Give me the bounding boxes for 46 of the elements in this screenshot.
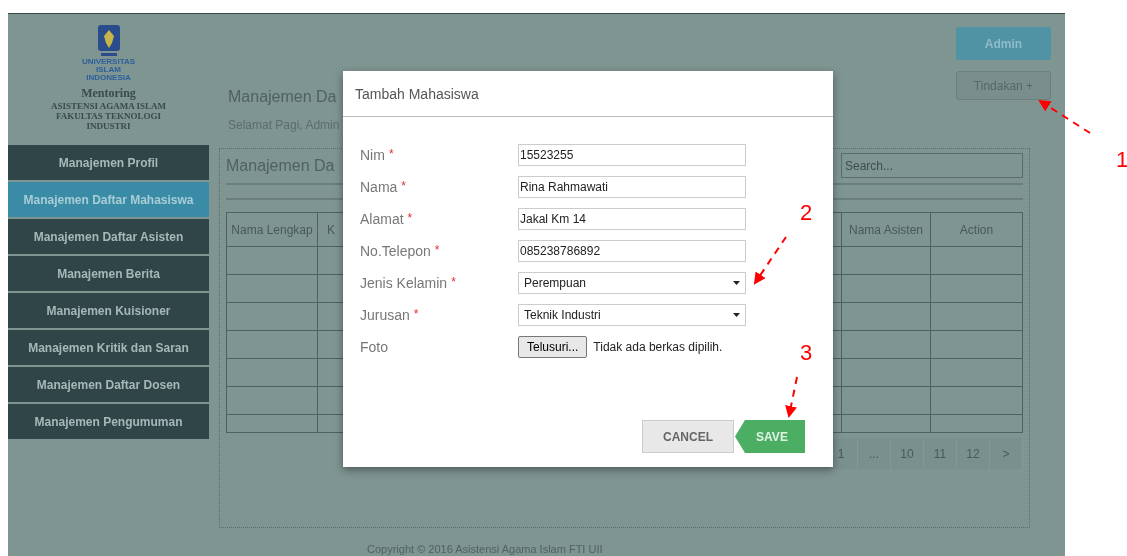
caret-icon (733, 313, 740, 317)
annotation-arrow (785, 376, 798, 418)
required-mark: * (401, 179, 407, 193)
text-field[interactable]: 15523255 (518, 144, 746, 166)
required-mark: * (413, 307, 419, 321)
field-label: Nama (360, 179, 398, 195)
text-field[interactable]: Jakal Km 14 (518, 208, 746, 230)
caret-icon (733, 281, 740, 285)
field-label: Jurusan (360, 307, 410, 323)
text-field[interactable]: Rina Rahmawati (518, 176, 746, 198)
dropdown-field[interactable]: Teknik Industri (518, 304, 746, 326)
column-header: Action (931, 213, 1023, 247)
field-label: Jenis Kelamin (360, 275, 448, 291)
annotation-arrow (753, 236, 787, 285)
university-logo-icon (96, 24, 121, 57)
dropdown-field[interactable]: Perempuan (518, 272, 746, 294)
text-field[interactable]: 085238786892 (518, 240, 746, 262)
field-label: No.Telepon (360, 243, 431, 259)
sidebar-item[interactable]: Manajemen Daftar Asisten (8, 219, 209, 254)
required-mark: * (407, 211, 413, 225)
modal-title: Tambah Mahasiswa (355, 85, 479, 102)
required-mark: * (451, 275, 456, 289)
sidebar-item[interactable]: Manajemen Kuisioner (8, 293, 209, 328)
cancel-button[interactable]: CANCEL (642, 420, 734, 453)
annotation-number: 2 (800, 200, 813, 225)
sidebar-item[interactable]: Manajemen Berita (8, 256, 209, 291)
annotation-number: 3 (800, 340, 813, 365)
column-header: Nama Asisten (842, 213, 931, 247)
sidebar-item[interactable]: Manajemen Kritik dan Saran (8, 330, 209, 365)
column-header: Nama Lengkap (227, 213, 318, 247)
app-title: Mentoring (81, 86, 136, 101)
field-label: Alamat (360, 211, 404, 227)
field-label: Nim (360, 147, 385, 163)
required-mark: * (434, 243, 440, 257)
annotation-number: 1 (1116, 147, 1127, 172)
university-name: UNIVERSITAS ISLAM INDONESIA (81, 58, 136, 82)
app-subtitle: ASISTENSI AGAMA ISLAM FAKULTAS TEKNOLOGI INDUSTRI (51, 101, 166, 131)
file-status-text: Tidak ada berkas dipilih. (593, 340, 723, 354)
required-mark: * (388, 147, 394, 161)
field-label: Foto (360, 339, 388, 355)
browse-button[interactable]: Telusuri... (518, 336, 588, 358)
sidebar-item[interactable]: Manajemen Pengumuman (8, 404, 209, 439)
sidebar-item[interactable]: Manajemen Profil (8, 145, 209, 180)
sidebar-item[interactable]: Manajemen Daftar Dosen (8, 367, 209, 402)
search-field[interactable]: Search... (841, 153, 1023, 178)
annotation-arrow (1038, 99, 1091, 134)
